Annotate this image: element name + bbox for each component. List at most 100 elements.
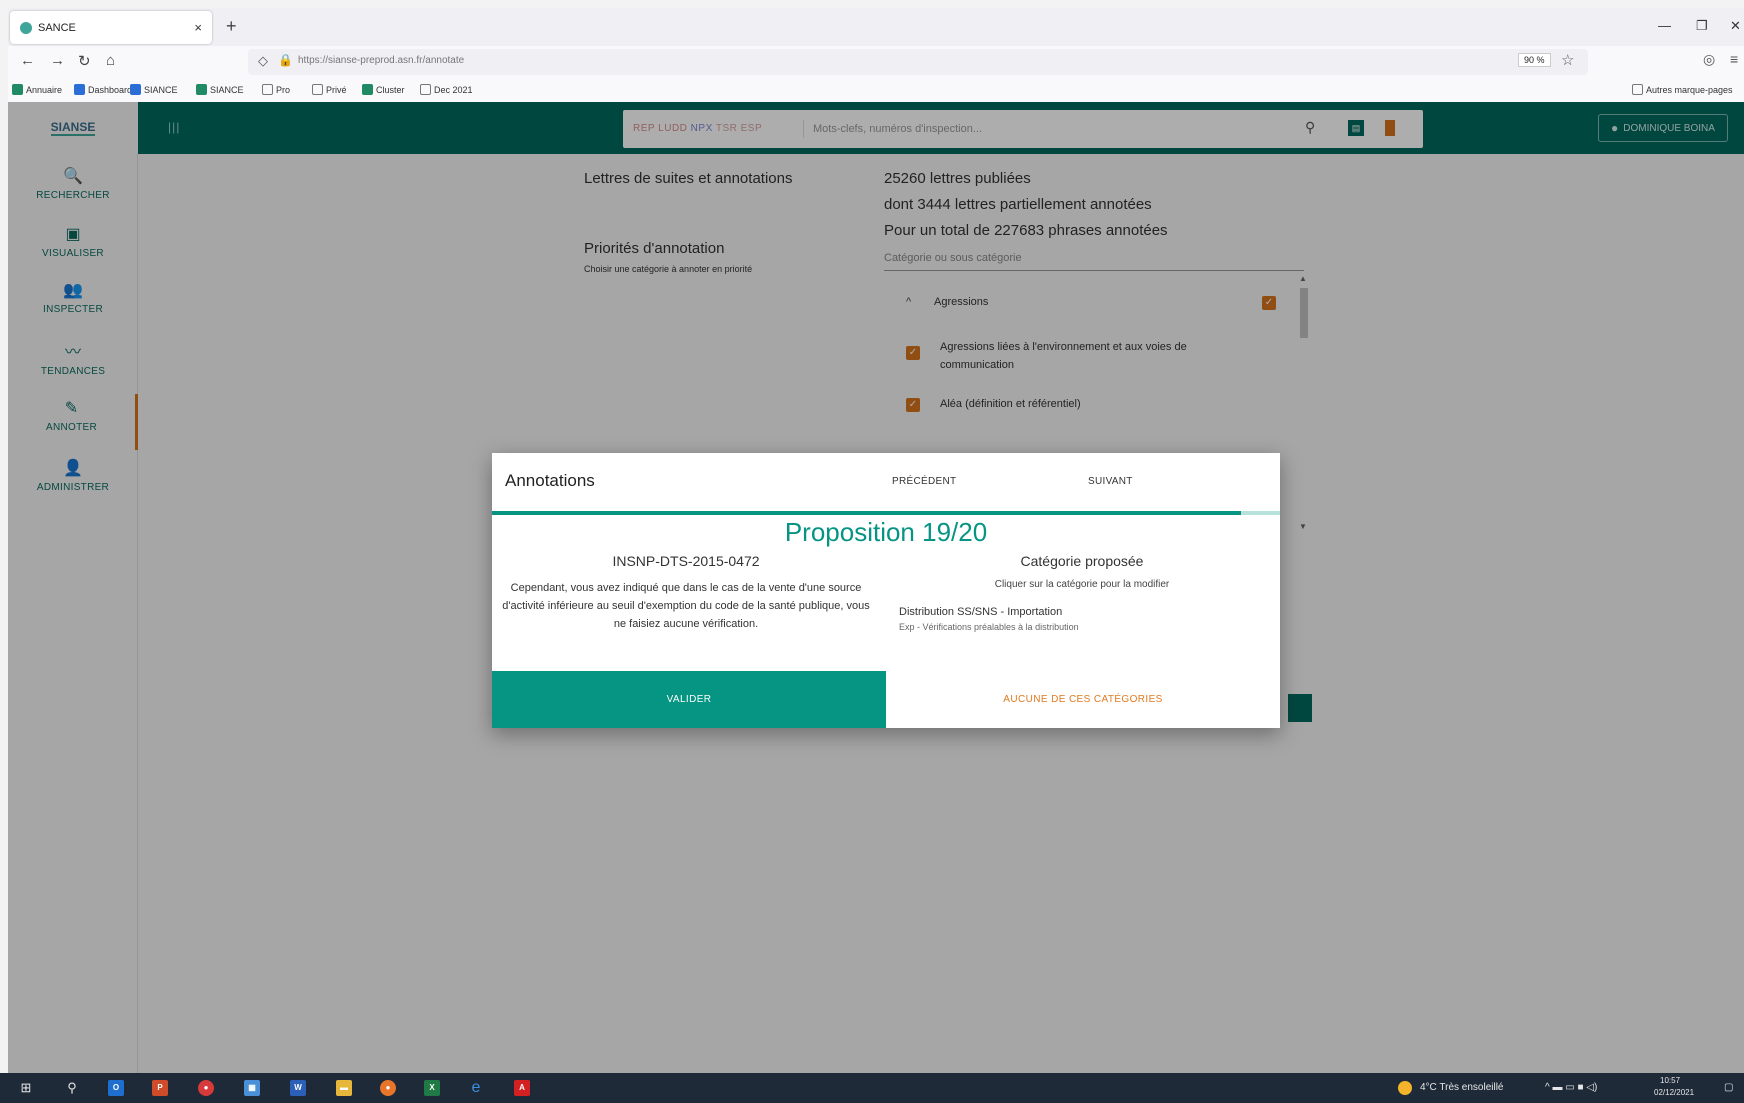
url-text[interactable]: https://sianse-preprod.asn.fr/annotate (298, 55, 464, 66)
app-icon[interactable]: ▦ (244, 1080, 260, 1096)
category-item[interactable]: ✓ Aléa (définition et référentiel) (906, 398, 1306, 412)
edge-icon[interactable]: e (468, 1080, 484, 1096)
zoom-level[interactable]: 90 % (1518, 53, 1551, 67)
bookmark-item[interactable]: SIANCE (196, 84, 244, 95)
pocket-icon[interactable]: ◎ (1703, 51, 1715, 68)
sidebar-item-tendances[interactable]: 〰 TENDANCES (8, 338, 138, 377)
sidebar-item-visualiser[interactable]: ▣ VISUALISER (8, 224, 138, 259)
bookmark-folder[interactable]: Dec 2021 (420, 84, 473, 95)
weather-text[interactable]: 4°C Très ensoleillé (1420, 1082, 1503, 1093)
category-scrollbar[interactable]: ▲ ▼ (1298, 274, 1310, 534)
global-search[interactable]: REP LUDD NPX TSR ESP Mots-clefs, numéros… (623, 110, 1423, 148)
next-button[interactable]: SUIVANT (1088, 476, 1133, 487)
bookmark-folder[interactable]: Pro (262, 84, 290, 95)
sidebar-item-inspecter[interactable]: 👥 INSPECTER (8, 280, 138, 315)
category-search-input[interactable]: Catégorie ou sous catégorie (884, 252, 1304, 271)
reload-icon[interactable]: ↻ (78, 52, 91, 70)
sidebar-item-administrer[interactable]: 👤 ADMINISTRER (8, 458, 138, 493)
chart-icon[interactable]: ▤ (1348, 120, 1364, 136)
category-item[interactable]: ✓ Agressions liées à l'environnement et … (906, 338, 1306, 374)
search-icon[interactable]: ⚲ (1305, 119, 1315, 136)
screen: SANCE × + — ❐ ✕ ← → ↻ ⌂ ◇ 🔒 https://sian… (0, 0, 1744, 1103)
clock-time[interactable]: 10:57 (1660, 1076, 1680, 1085)
folder-icon (312, 84, 323, 95)
user-icon: ● (1611, 121, 1619, 135)
bookmark-icon (74, 84, 85, 95)
system-tray-icons[interactable]: ^ ▬ ▭ ■ ◁) (1545, 1082, 1597, 1093)
chevron-up-icon[interactable]: ^ (906, 296, 934, 308)
app-logo[interactable]: SIANSE (8, 102, 138, 154)
file-explorer-icon[interactable]: ▬ (336, 1080, 352, 1096)
bookmark-item[interactable]: SIANCE (130, 84, 178, 95)
inspection-code: INSNP-DTS-2015-0472 (612, 553, 760, 569)
menu-icon[interactable]: ≡ (1730, 51, 1738, 67)
sentence-text: Cependant, vous avez indiqué que dans le… (502, 582, 870, 630)
category-label: Agressions (934, 296, 989, 308)
excel-icon[interactable]: X (424, 1080, 440, 1096)
close-tab-icon[interactable]: × (194, 20, 202, 35)
nav-bar: ← → ↻ ⌂ ◇ 🔒 https://sianse-preprod.asn.f… (8, 46, 1744, 78)
close-window-button[interactable]: ✕ (1730, 18, 1741, 34)
proposed-subcategory[interactable]: Exp - Vérifications préalables à la dist… (899, 622, 1272, 632)
forward-icon[interactable]: → (50, 52, 65, 69)
scroll-up-icon[interactable]: ▲ (1299, 274, 1307, 283)
maximize-button[interactable]: ❐ (1696, 18, 1708, 34)
sentence-panel: INSNP-DTS-2015-0472 Cependant, vous avez… (498, 553, 874, 633)
new-tab-button[interactable]: + (226, 16, 237, 37)
bookmark-icon (196, 84, 207, 95)
priorities-hint: Choisir une catégorie à annoter en prior… (584, 264, 753, 274)
clock-date[interactable]: 02/12/2021 (1654, 1088, 1694, 1097)
bookmark-item[interactable]: Dashboard (74, 84, 132, 95)
bookmark-item[interactable]: Annuaire (12, 84, 62, 95)
filter-icon[interactable] (1385, 120, 1395, 136)
bookmarks-bar: Annuaire Dashboard SIANCE SIANCE Pro Pri… (8, 78, 1744, 102)
search-input[interactable]: Mots-clefs, numéros d'inspection... (813, 123, 982, 135)
progress-bar (492, 511, 1280, 515)
acrobat-icon[interactable]: A (514, 1080, 530, 1096)
category-checkbox[interactable]: ✓ (1262, 296, 1276, 310)
category-checkbox[interactable]: ✓ (906, 346, 920, 360)
notifications-icon[interactable]: ▢ (1724, 1082, 1733, 1093)
none-of-these-button[interactable]: AUCUNE DE CES CATÉGORIES (886, 671, 1280, 728)
bookmark-star-icon[interactable]: ☆ (1561, 51, 1574, 69)
proposed-category-title: Catégorie proposée (1020, 553, 1144, 569)
lock-icon[interactable]: 🔒 (278, 53, 293, 67)
home-icon[interactable]: ⌂ (106, 52, 115, 69)
sidebar-item-annoter[interactable]: ✎ ANNOTER (8, 394, 138, 450)
proposed-category[interactable]: Distribution SS/SNS - Importation (899, 606, 1272, 618)
browser-tab[interactable]: SANCE × (10, 11, 212, 44)
other-bookmarks[interactable]: Autres marque-pages (1632, 84, 1733, 95)
windows-start-icon[interactable]: ⊞ (18, 1080, 34, 1096)
scroll-down-icon[interactable]: ▼ (1299, 522, 1307, 531)
category-group[interactable]: ^ Agressions ✓ (906, 296, 1276, 310)
bookmark-folder[interactable]: Privé (312, 84, 347, 95)
hidden-action-button[interactable] (1288, 694, 1312, 722)
validate-button[interactable]: VALIDER (492, 671, 886, 728)
taskbar: ⊞ ⚲ O P ● ▦ W ▬ ● X e A 4°C Très ensolei… (0, 1073, 1744, 1103)
category-label: Aléa (définition et référentiel) (940, 398, 1081, 410)
app-icon[interactable]: ● (198, 1080, 214, 1096)
tab-strip: SANCE × + — ❐ ✕ (8, 8, 1744, 46)
sidebar-item-rechercher[interactable]: 🔍 RECHERCHER (8, 166, 138, 201)
scroll-thumb[interactable] (1300, 288, 1308, 338)
previous-button[interactable]: PRÉCÉDENT (892, 476, 956, 487)
minimize-button[interactable]: — (1658, 18, 1671, 33)
menu-toggle-icon[interactable]: ||| (168, 120, 180, 134)
pencil-icon: ✎ (64, 400, 79, 417)
search-icon[interactable]: ⚲ (64, 1080, 80, 1096)
word-icon[interactable]: W (290, 1080, 306, 1096)
url-bar[interactable]: ◇ 🔒 https://sianse-preprod.asn.fr/annota… (248, 49, 1588, 75)
search-domain-codes[interactable]: REP LUDD NPX TSR ESP (633, 123, 762, 134)
bookmark-item[interactable]: Cluster (362, 84, 405, 95)
powerpoint-icon[interactable]: P (152, 1080, 168, 1096)
outlook-icon[interactable]: O (108, 1080, 124, 1096)
chart-icon: ▣ (65, 226, 81, 243)
category-checkbox[interactable]: ✓ (906, 398, 920, 412)
back-icon[interactable]: ← (20, 52, 35, 69)
shield-icon[interactable]: ◇ (258, 53, 268, 69)
firefox-icon[interactable]: ● (380, 1080, 396, 1096)
stat-partially-annotated: dont 3444 lettres partiellement annotées (884, 196, 1152, 213)
user-button[interactable]: ● DOMINIQUE BOINA (1598, 114, 1728, 142)
stat-total-sentences: Pour un total de 227683 phrases annotées (884, 222, 1168, 239)
bookmark-icon (130, 84, 141, 95)
